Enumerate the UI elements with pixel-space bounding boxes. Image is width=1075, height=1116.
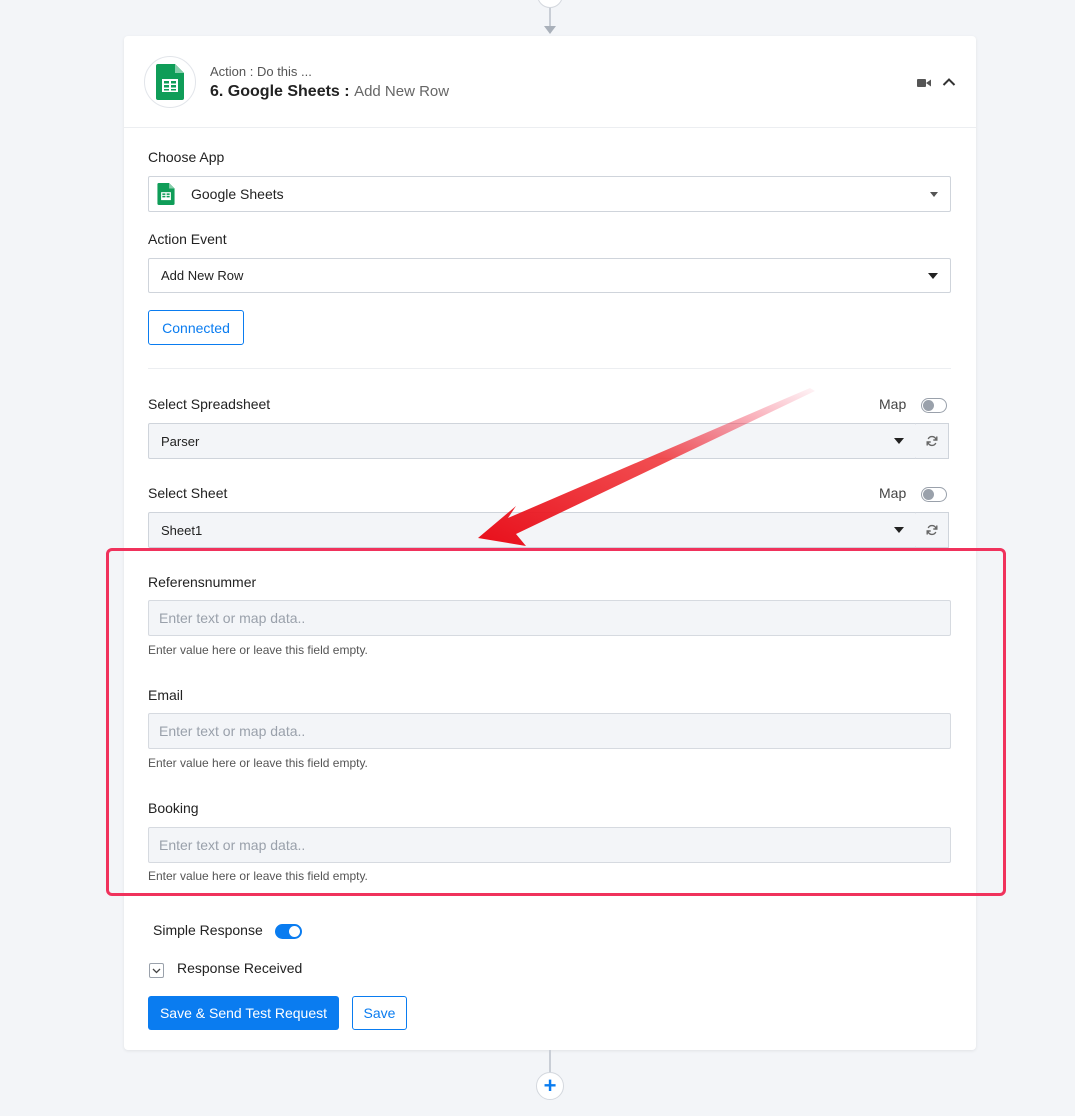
booking-input[interactable] (148, 827, 951, 863)
chevron-up-icon[interactable] (942, 76, 956, 88)
field-label-email: Email (148, 687, 184, 703)
app-logo (144, 56, 196, 108)
step-title: 6. Google Sheets : Add New Row (210, 83, 449, 101)
plus-icon: + (543, 1073, 557, 1098)
sheet-map-label: Map (879, 485, 907, 501)
google-sheets-icon (157, 183, 175, 205)
field-label-booking: Booking (148, 800, 199, 816)
response-received-label: Response Received (177, 960, 303, 976)
previous-step-node[interactable] (537, 0, 563, 8)
caret-down-icon (928, 273, 938, 279)
sheet-select[interactable]: Sheet1 (148, 512, 917, 548)
toggle-knob (923, 400, 934, 411)
step-subtitle: Action : Do this ... (210, 64, 312, 79)
save-button[interactable]: Save (352, 996, 407, 1030)
action-event-select[interactable]: Add New Row (148, 258, 951, 293)
spreadsheet-refresh-button[interactable] (916, 423, 949, 459)
add-step-button[interactable]: + (536, 1072, 564, 1100)
field-label-referensnummer: Referensnummer (148, 574, 257, 590)
caret-down-icon (894, 438, 904, 444)
response-received-toggle[interactable] (149, 963, 164, 978)
step-number: 6. (210, 83, 224, 100)
spreadsheet-value: Parser (161, 433, 200, 449)
caret-down-icon (894, 527, 904, 533)
video-icon[interactable] (917, 78, 931, 88)
caret-down-icon (930, 192, 938, 197)
spreadsheet-map-label: Map (879, 396, 907, 412)
sheet-refresh-button[interactable] (916, 512, 949, 548)
email-input[interactable] (148, 713, 951, 749)
spreadsheet-select[interactable]: Parser (148, 423, 917, 459)
select-spreadsheet-label: Select Spreadsheet (148, 396, 271, 412)
chevron-down-icon (152, 968, 161, 973)
select-sheet-label: Select Sheet (148, 485, 228, 501)
sheet-map-toggle[interactable] (921, 487, 947, 502)
simple-response-label: Simple Response (153, 922, 263, 938)
connector-line-bottom (549, 1050, 551, 1072)
choose-app-label: Choose App (148, 149, 225, 165)
google-sheets-icon (156, 64, 184, 100)
step-action-name: Add New Row (354, 83, 450, 100)
field-hint: Enter value here or leave this field emp… (148, 869, 368, 883)
step-app-name: Google Sheets (227, 83, 340, 100)
arrow-down-icon (544, 26, 556, 34)
field-hint: Enter value here or leave this field emp… (148, 756, 368, 770)
section-divider (148, 368, 951, 369)
simple-response-toggle[interactable] (275, 924, 302, 939)
title-separator: : (344, 83, 350, 100)
connected-button[interactable]: Connected (148, 310, 244, 345)
refresh-icon (926, 435, 938, 447)
referensnummer-input[interactable] (148, 600, 951, 636)
action-event-value: Add New Row (161, 268, 244, 283)
choose-app-select[interactable]: Google Sheets (148, 176, 951, 212)
save-send-test-button[interactable]: Save & Send Test Request (148, 996, 339, 1030)
field-hint: Enter value here or leave this field emp… (148, 643, 368, 657)
toggle-knob (923, 489, 934, 500)
card-header[interactable]: Action : Do this ... 6. Google Sheets : … (124, 36, 976, 128)
toggle-knob (289, 926, 300, 937)
spreadsheet-map-toggle[interactable] (921, 398, 947, 413)
action-event-label: Action Event (148, 231, 227, 247)
refresh-icon (926, 524, 938, 536)
sheet-value: Sheet1 (161, 522, 203, 538)
choose-app-value: Google Sheets (191, 186, 284, 202)
action-step-card: Action : Do this ... 6. Google Sheets : … (124, 36, 976, 1050)
